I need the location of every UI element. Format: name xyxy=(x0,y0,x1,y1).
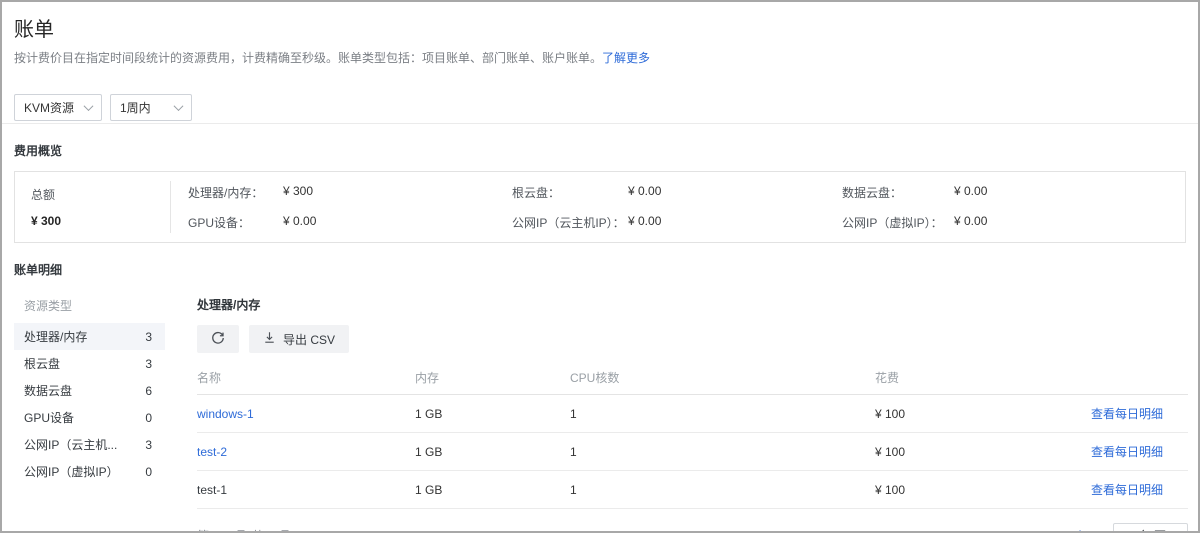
learn-more-link[interactable]: 了解更多 xyxy=(602,51,650,65)
table-row: test-1 1 GB 1 ¥ 100 查看每日明细 xyxy=(197,471,1188,509)
download-icon xyxy=(263,331,276,347)
cell-cost: ¥ 100 xyxy=(875,407,1047,421)
view-daily-detail-link[interactable]: 查看每日明细 xyxy=(1091,445,1163,459)
page-size-value: 10 条/页 xyxy=(1122,527,1166,533)
overview-item-value: ¥ 0.00 xyxy=(628,214,842,231)
sidebar-item-count: 0 xyxy=(145,465,152,479)
page-size-select[interactable]: 10 条/页 xyxy=(1113,523,1188,533)
page-title: 账单 xyxy=(14,18,1186,42)
pagination: ‹ 1 › 10 条/页 xyxy=(1056,523,1188,533)
sidebar-item-data-disk[interactable]: 数据云盘 6 xyxy=(14,377,165,404)
chevron-down-icon xyxy=(1172,529,1180,533)
sidebar-item-root-disk[interactable]: 根云盘 3 xyxy=(14,350,165,377)
filter-bar: KVM资源 1周内 xyxy=(14,94,1198,121)
table-row: test-2 1 GB 1 ¥ 100 查看每日明细 xyxy=(197,433,1188,471)
table-row: windows-1 1 GB 1 ¥ 100 查看每日明细 xyxy=(197,395,1188,433)
overview-item-value: ¥ 0.00 xyxy=(954,184,1185,201)
chevron-down-icon xyxy=(84,101,94,111)
vm-name-link[interactable]: test-2 xyxy=(197,445,227,459)
table-footer: 第 1-3 项, 共 3 项 ‹ 1 › 10 条/页 xyxy=(197,523,1188,533)
sidebar-item-count: 6 xyxy=(145,384,152,398)
cell-memory: 1 GB xyxy=(415,483,570,497)
sidebar-item-label: GPU设备 xyxy=(24,409,74,426)
refresh-icon xyxy=(211,331,225,348)
overview-item-label: 数据云盘： xyxy=(842,184,954,201)
billing-page: 账单 按计费价目在指定时间段统计的资源费用，计费精确至秒级。账单类型包括：项目账… xyxy=(0,0,1200,533)
overview-card: 总额 ¥ 300 处理器/内存： ¥ 300 根云盘： ¥ 0.00 数据云盘：… xyxy=(14,171,1186,243)
details-section: 资源类型 处理器/内存 3 根云盘 3 数据云盘 6 GPU设备 0 公网IP（… xyxy=(2,288,1198,533)
sidebar-item-count: 3 xyxy=(145,438,152,452)
pagination-next-icon[interactable]: › xyxy=(1095,528,1104,533)
total-value: ¥ 300 xyxy=(31,214,170,228)
overview-section-title: 费用概览 xyxy=(14,142,1198,159)
page-description-text: 按计费价目在指定时间段统计的资源费用，计费精确至秒级。账单类型包括：项目账单、部… xyxy=(14,51,602,65)
sidebar-item-count: 3 xyxy=(145,330,152,344)
view-daily-detail-link[interactable]: 查看每日明细 xyxy=(1091,407,1163,421)
column-header-cpu: CPU核数 xyxy=(570,369,875,386)
cell-cost: ¥ 100 xyxy=(875,445,1047,459)
sidebar-item-public-ip-vip[interactable]: 公网IP（虚拟IP） 0 xyxy=(14,458,165,485)
resource-type-select[interactable]: KVM资源 xyxy=(14,94,102,121)
detail-panel-title: 处理器/内存 xyxy=(197,288,1188,313)
column-header-memory: 内存 xyxy=(415,369,570,386)
section-divider xyxy=(2,123,1198,124)
overview-item-label: 公网IP（虚拟IP）： xyxy=(842,214,954,231)
pagination-prev-icon[interactable]: ‹ xyxy=(1056,528,1065,533)
sidebar-item-cpu-memory[interactable]: 处理器/内存 3 xyxy=(14,323,165,350)
overview-item-label: GPU设备： xyxy=(188,214,283,231)
vm-name-text: test-1 xyxy=(197,483,227,497)
resource-type-sidebar: 资源类型 处理器/内存 3 根云盘 3 数据云盘 6 GPU设备 0 公网IP（… xyxy=(14,288,165,533)
total-label: 总额 xyxy=(31,186,170,203)
page-header: 账单 按计费价目在指定时间段统计的资源费用，计费精确至秒级。账单类型包括：项目账… xyxy=(2,2,1198,66)
sidebar-item-label: 数据云盘 xyxy=(24,382,72,399)
details-section-title: 账单明细 xyxy=(14,261,1198,278)
export-csv-label: 导出 CSV xyxy=(283,331,335,348)
overview-item-label: 处理器/内存： xyxy=(188,184,283,201)
vm-name-link[interactable]: windows-1 xyxy=(197,407,254,421)
resource-type-select-value: KVM资源 xyxy=(24,99,74,116)
overview-item-label: 根云盘： xyxy=(512,184,628,201)
pagination-summary: 第 1-3 项, 共 3 项 xyxy=(197,527,289,533)
cell-cpu: 1 xyxy=(570,483,875,497)
pagination-page-1[interactable]: 1 xyxy=(1074,528,1087,533)
bill-table: 名称 内存 CPU核数 花费 windows-1 1 GB 1 ¥ 100 查看… xyxy=(197,361,1188,509)
table-header-row: 名称 内存 CPU核数 花费 xyxy=(197,361,1188,395)
refresh-button[interactable] xyxy=(197,325,239,353)
resource-type-list-header: 资源类型 xyxy=(14,288,165,323)
overview-items: 处理器/内存： ¥ 300 根云盘： ¥ 0.00 数据云盘： ¥ 0.00 G… xyxy=(188,172,1185,242)
sidebar-item-gpu-device[interactable]: GPU设备 0 xyxy=(14,404,165,431)
sidebar-item-count: 3 xyxy=(145,357,152,371)
time-range-select[interactable]: 1周内 xyxy=(110,94,192,121)
time-range-select-value: 1周内 xyxy=(120,99,151,116)
overview-item-value: ¥ 0.00 xyxy=(628,184,842,201)
column-header-name: 名称 xyxy=(197,369,415,386)
overview-total: 总额 ¥ 300 xyxy=(31,181,171,233)
cell-cpu: 1 xyxy=(570,407,875,421)
export-csv-button[interactable]: 导出 CSV xyxy=(249,325,349,353)
sidebar-item-count: 0 xyxy=(145,411,152,425)
detail-panel: 处理器/内存 导出 CSV 名称 内存 CP xyxy=(197,288,1188,533)
overview-item-value: ¥ 0.00 xyxy=(954,214,1185,231)
sidebar-item-label: 处理器/内存 xyxy=(24,328,87,345)
cell-cost: ¥ 100 xyxy=(875,483,1047,497)
view-daily-detail-link[interactable]: 查看每日明细 xyxy=(1091,483,1163,497)
sidebar-item-label: 公网IP（云主机... xyxy=(24,436,117,453)
overview-item-label: 公网IP（云主机IP）： xyxy=(512,214,628,231)
column-header-cost: 花费 xyxy=(875,369,1047,386)
cell-cpu: 1 xyxy=(570,445,875,459)
overview-item-value: ¥ 0.00 xyxy=(283,214,512,231)
sidebar-item-label: 根云盘 xyxy=(24,355,60,372)
overview-item-value: ¥ 300 xyxy=(283,184,512,201)
page-description: 按计费价目在指定时间段统计的资源费用，计费精确至秒级。账单类型包括：项目账单、部… xyxy=(14,50,1186,66)
sidebar-item-public-ip-vm[interactable]: 公网IP（云主机... 3 xyxy=(14,431,165,458)
sidebar-item-label: 公网IP（虚拟IP） xyxy=(24,463,119,480)
cell-memory: 1 GB xyxy=(415,407,570,421)
cell-memory: 1 GB xyxy=(415,445,570,459)
table-toolbar: 导出 CSV xyxy=(197,325,1188,353)
chevron-down-icon xyxy=(174,101,184,111)
